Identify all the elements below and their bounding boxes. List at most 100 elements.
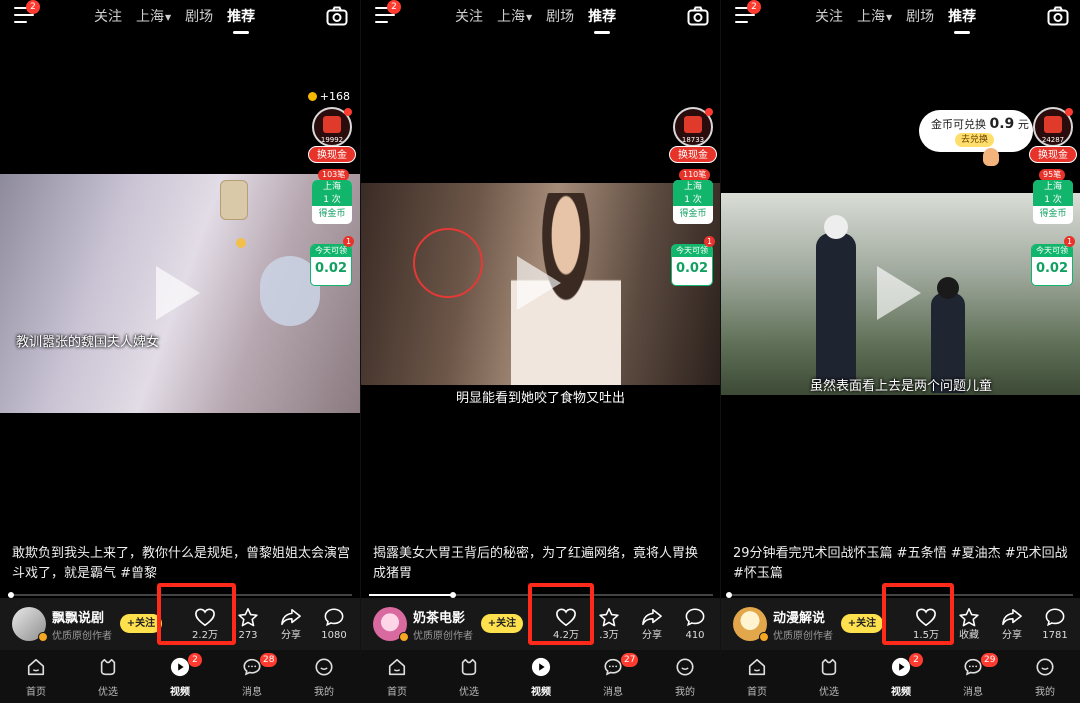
share-button[interactable]: 分享 bbox=[270, 604, 312, 642]
share-icon bbox=[281, 608, 301, 626]
nav-item-selected[interactable]: 优选 bbox=[793, 650, 865, 703]
exchange-button[interactable]: 去兑换 bbox=[955, 133, 995, 147]
comment-icon bbox=[1045, 608, 1065, 627]
coin-exchange-popup[interactable]: 金币可兑换 0.9 元 去兑换 bbox=[919, 110, 1033, 152]
favorite-button[interactable]: .3万 bbox=[588, 604, 630, 642]
share-button[interactable]: 分享 bbox=[991, 604, 1033, 642]
progress-fill bbox=[369, 594, 454, 596]
comment-button[interactable]: 1080 bbox=[313, 604, 355, 642]
red-packet-button[interactable]: 24287 bbox=[1033, 107, 1073, 147]
daily-title: 今天可领 bbox=[672, 245, 712, 257]
menu-badge: 2 bbox=[26, 0, 40, 14]
chevron-down-icon: ▼ bbox=[886, 12, 893, 22]
bottom-nav: 首页 优选 视频 2 消息 28 我的 bbox=[0, 650, 360, 703]
author-name[interactable]: 飘飘说剧 bbox=[52, 607, 104, 626]
tab-recommend[interactable]: 推荐 bbox=[588, 6, 616, 34]
tab-recommend[interactable]: 推荐 bbox=[948, 6, 976, 34]
coin-count: 19992 bbox=[320, 136, 344, 144]
comment-icon bbox=[685, 608, 705, 627]
nav-label: 首页 bbox=[387, 687, 407, 698]
nav-badge: 2 bbox=[188, 653, 202, 667]
camera-icon[interactable] bbox=[1047, 6, 1069, 26]
comment-button[interactable]: 1781 bbox=[1034, 604, 1076, 642]
notification-dot bbox=[344, 108, 352, 116]
nav-label: 我的 bbox=[675, 687, 695, 698]
daily-reward-card[interactable]: 今天可领 0.02元 bbox=[310, 244, 352, 286]
tab-theater[interactable]: 剧场 bbox=[546, 6, 574, 26]
tab-city[interactable]: 上海▼ bbox=[497, 6, 532, 26]
comment-button[interactable]: 410 bbox=[674, 604, 716, 642]
feed-tabs: 关注 上海▼ 剧场 推荐 bbox=[455, 6, 616, 34]
video-play-icon bbox=[891, 657, 911, 677]
cash-out-button[interactable]: 换现金 bbox=[308, 146, 356, 163]
author-name[interactable]: 动漫解说 bbox=[773, 607, 825, 626]
red-packet-button[interactable]: 19992 bbox=[312, 107, 352, 147]
author-name[interactable]: 奶茶电影 bbox=[413, 607, 465, 626]
tab-follow[interactable]: 关注 bbox=[815, 6, 843, 26]
nav-item-video[interactable]: 视频 2 bbox=[865, 650, 937, 703]
camera-icon[interactable] bbox=[687, 6, 709, 26]
tab-city[interactable]: 上海▼ bbox=[857, 6, 892, 26]
video-caption[interactable]: 揭露美女大胃王背后的秘密，为了红遍网络，竟将人胃换成猪胃 bbox=[373, 544, 710, 584]
nav-item-selected[interactable]: 优选 bbox=[72, 650, 144, 703]
tab-theater[interactable]: 剧场 bbox=[185, 6, 213, 26]
cash-out-button[interactable]: 换现金 bbox=[1029, 146, 1077, 163]
nav-item-selected[interactable]: 优选 bbox=[433, 650, 505, 703]
favorite-count: 收藏 bbox=[959, 630, 979, 641]
video-subtitle: 明显能看到她咬了食物又吐出 bbox=[455, 391, 625, 406]
task-card[interactable]: 上海 1 次 得金币 bbox=[1033, 180, 1073, 224]
follow-button[interactable]: +关注 bbox=[481, 614, 523, 633]
daily-reward-card[interactable]: 今天可领 0.02元 bbox=[1031, 244, 1073, 286]
daily-reward-card[interactable]: 今天可领 0.02元 bbox=[671, 244, 713, 286]
video-caption[interactable]: 29分钟看完咒术回战怀玉篇 #五条悟 #夏油杰 #咒术回战#怀玉篇 bbox=[733, 544, 1070, 584]
phone-screen-1: 2 关注 上海▼ 剧场 推荐 教训嚣张的魏国夫人婢女 +168 19992 换现… bbox=[0, 0, 360, 703]
nav-item-profile[interactable]: 我的 bbox=[1009, 650, 1080, 703]
daily-badge: 1 bbox=[343, 236, 354, 247]
follow-button[interactable]: +关注 bbox=[841, 614, 883, 633]
task-card[interactable]: 上海 1 次 得金币 bbox=[312, 180, 352, 224]
play-icon[interactable] bbox=[877, 266, 921, 320]
daily-title: 今天可领 bbox=[1032, 245, 1072, 257]
nav-item-profile[interactable]: 我的 bbox=[649, 650, 720, 703]
bottom-nav: 首页 优选 视频 消息 27 我的 bbox=[361, 650, 720, 703]
play-icon[interactable] bbox=[156, 265, 200, 320]
follow-button[interactable]: +关注 bbox=[120, 614, 162, 633]
tab-recommend[interactable]: 推荐 bbox=[227, 6, 255, 34]
like-highlight-box bbox=[882, 583, 954, 645]
nav-label: 首页 bbox=[26, 687, 46, 698]
tab-theater[interactable]: 剧场 bbox=[906, 6, 934, 26]
nav-item-messages[interactable]: 消息 29 bbox=[937, 650, 1009, 703]
tab-city[interactable]: 上海▼ bbox=[136, 6, 171, 26]
nav-item-profile[interactable]: 我的 bbox=[288, 650, 360, 703]
task-card[interactable]: 上海 1 次 得金币 bbox=[673, 180, 713, 224]
nav-item-home[interactable]: 首页 bbox=[721, 650, 793, 703]
top-nav: 2 关注 上海▼ 剧场 推荐 bbox=[361, 0, 720, 36]
nav-label: 消息 bbox=[963, 687, 983, 698]
cash-out-button[interactable]: 换现金 bbox=[669, 146, 717, 163]
video-player[interactable]: 教训嚣张的魏国夫人婢女 bbox=[0, 174, 360, 413]
home-icon bbox=[748, 658, 766, 676]
task-line-1: 上海 bbox=[322, 182, 341, 192]
share-button[interactable]: 分享 bbox=[631, 604, 673, 642]
nav-item-messages[interactable]: 消息 28 bbox=[216, 650, 288, 703]
video-player[interactable]: 虽然表面看上去是两个问题儿童 bbox=[721, 193, 1080, 395]
author-tag: 优质原创作者 bbox=[52, 631, 112, 642]
nav-badge: 29 bbox=[981, 653, 999, 667]
video-caption[interactable]: 敢欺负到我头上来了，教你什么是规矩，曾黎姐姐太会演宫斗戏了，就是霸气 #曾黎 bbox=[12, 544, 350, 584]
red-packet-button[interactable]: 18733 bbox=[673, 107, 713, 147]
tab-follow[interactable]: 关注 bbox=[455, 6, 483, 26]
like-highlight-box bbox=[157, 583, 236, 645]
red-envelope-icon bbox=[323, 116, 341, 133]
phone-screen-2: 2 关注 上海▼ 剧场 推荐 明显能看到她咬了食物又吐出 18733 换现金 1… bbox=[360, 0, 720, 703]
tab-follow[interactable]: 关注 bbox=[94, 6, 122, 26]
nav-item-home[interactable]: 首页 bbox=[361, 650, 433, 703]
play-icon[interactable] bbox=[517, 256, 561, 310]
nav-item-video[interactable]: 视频 bbox=[505, 650, 577, 703]
favorite-button[interactable]: 收藏 bbox=[948, 604, 990, 642]
nav-item-video[interactable]: 视频 2 bbox=[144, 650, 216, 703]
nav-item-home[interactable]: 首页 bbox=[0, 650, 72, 703]
video-player[interactable] bbox=[361, 183, 720, 385]
camera-icon[interactable] bbox=[326, 6, 348, 26]
exchange-amount: 0.9 bbox=[989, 116, 1015, 132]
nav-item-messages[interactable]: 消息 27 bbox=[577, 650, 649, 703]
